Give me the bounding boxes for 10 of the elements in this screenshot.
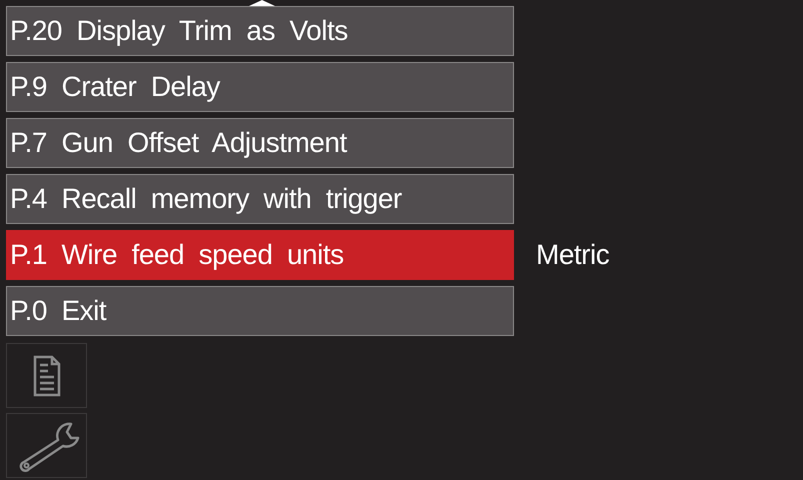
menu-item[interactable]: P.1 Wire feed speed units (6, 230, 514, 280)
wrench-button[interactable] (6, 413, 87, 478)
setting-value: Metric (536, 239, 610, 271)
menu-item[interactable]: P.7 Gun Offset Adjustment (6, 118, 514, 168)
menu-item[interactable]: P.9 Crater Delay (6, 62, 514, 112)
menu-item[interactable]: P.20 Display Trim as Volts (6, 6, 514, 56)
menu-item[interactable]: P.4 Recall memory with trigger (6, 174, 514, 224)
menu-item[interactable]: P.0 Exit (6, 286, 514, 336)
document-icon (32, 354, 60, 396)
document-button[interactable] (6, 343, 87, 408)
